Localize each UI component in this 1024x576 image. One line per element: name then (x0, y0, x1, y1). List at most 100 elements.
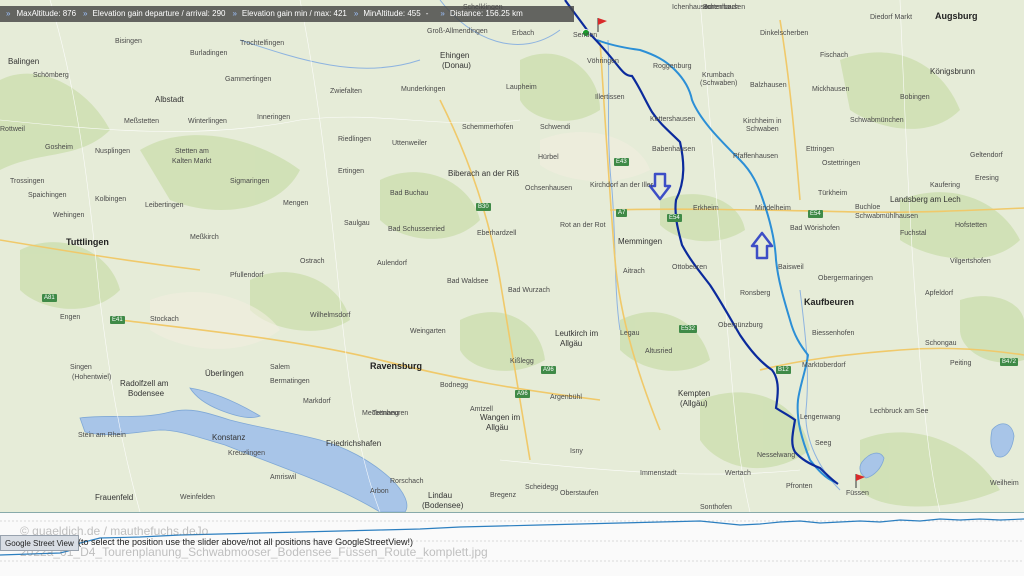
town-label-illertissen: Illertissen (595, 94, 625, 101)
street-view-button[interactable]: Google Street View (0, 535, 79, 551)
town-label-balzhausen: Balzhausen (750, 82, 787, 89)
distance-stat: Distance: 156.25 km (449, 9, 523, 18)
separator-dash: - (425, 9, 429, 18)
town-label-leibertingen: Leibertingen (145, 202, 184, 209)
town-label-peiting: Peiting (950, 360, 972, 367)
chevron-right-icon: » (6, 9, 11, 18)
town-label-roggenburg: Roggenburg (653, 63, 692, 70)
town-label-pfaffenhausen: Pfaffenhausen (733, 153, 779, 160)
chevron-right-icon: » (232, 9, 237, 18)
town-label-biberach: Biberach an der Riß (448, 169, 520, 178)
town-label-ueberlingen: Überlingen (205, 369, 244, 378)
town-label-ravensburg: Ravensburg (370, 361, 423, 371)
town-label-krumbach2: (Schwaben) (700, 80, 738, 87)
town-label-konstanz: Konstanz (212, 433, 246, 442)
town-label-ottobeuren: Ottobeuren (672, 264, 708, 271)
town-label-oberstaufen: Oberstaufen (560, 490, 599, 497)
town-label-isny: Isny (570, 448, 583, 455)
max-altitude-stat: MaxAltitude: 876 (16, 9, 77, 18)
town-label-lindau: Lindau (428, 491, 453, 500)
flag-icon-start (597, 18, 607, 32)
town-label-marktoberdorf: Marktoberdorf (802, 362, 846, 369)
town-label-winterlingen: Winterlingen (188, 118, 227, 125)
town-label-ertingen: Ertingen (338, 168, 365, 175)
town-label-landsberg: Landsberg am Lech (890, 195, 961, 204)
town-label-obergermaringen: Obergermaringen (818, 275, 873, 282)
town-label-biessenhofen: Biessenhofen (812, 330, 855, 337)
town-label-amtzell: Amtzell (470, 406, 493, 413)
town-label-bad-wurzach: Bad Wurzach (508, 287, 550, 294)
town-label-friedrichshafen: Friedrichshafen (326, 439, 382, 448)
town-label-sigmaringen: Sigmaringen (230, 178, 270, 185)
town-label-zwiefalten: Zwiefalten (330, 88, 362, 95)
town-label-bermatingen: Bermatingen (270, 378, 310, 385)
filename-watermark: 2022a_01_D4_Tourenplanung_Schwabmooser_B… (20, 545, 488, 559)
town-label-füssen: Füssen (846, 490, 869, 497)
town-label-riedlingen: Riedlingen (338, 136, 372, 143)
town-label-gammertingen: Gammertingen (225, 76, 272, 83)
town-label-ostrach: Ostrach (300, 258, 325, 265)
town-label-saulgau: Saulgau (344, 220, 370, 227)
map-view[interactable]: Augsburg Balingen Albstadt Ehingen (Donau) Bi… (0, 0, 1024, 512)
town-label-frauenfeld: Frauenfeld (95, 493, 134, 502)
town-label-augsburg: Augsburg (935, 11, 978, 21)
town-label-rorschach: Rorschach (390, 478, 424, 485)
town-label-fuchstal: Fuchstal (900, 230, 927, 237)
town-label-bad-waldsee: Bad Waldsee (447, 278, 489, 285)
town-label-rot: Rot an der Rot (560, 222, 606, 229)
town-label-legau: Legau (620, 330, 640, 337)
town-label-hürbel: Hürbel (538, 154, 559, 161)
town-label-sonthofen: Sonthofen (700, 504, 732, 511)
town-label-ehingen2: (Donau) (442, 61, 471, 70)
town-label-mindelheim: Mindelheim (755, 205, 791, 212)
town-label-memmingen: Memmingen (618, 237, 663, 246)
town-label-singen: Singen (70, 364, 92, 371)
town-label-bodnegg: Bodnegg (440, 382, 469, 389)
town-label-bregenz: Bregenz (490, 492, 517, 499)
street-view-hint: (to select the position use the slider a… (78, 537, 414, 547)
town-label-laupheim: Laupheim (506, 84, 537, 91)
app-root: Augsburg Balingen Albstadt Ehingen (Donau) Bi… (0, 0, 1024, 576)
town-label-weingarten: Weingarten (410, 328, 446, 335)
town-label-schemmerhofen: Schemmerhofen (462, 124, 514, 131)
road-shield-e43: E43 (614, 158, 629, 166)
town-label-stetten2: Kalten Markt (172, 158, 212, 165)
town-label-dinkelscherben: Dinkelscherben (760, 30, 809, 37)
town-label-markdorf: Markdorf (303, 398, 331, 405)
town-label-kolbingen: Kolbingen (95, 196, 127, 203)
town-label-meckenbeuren: Meckenbeuren (362, 410, 409, 417)
town-label-kempten: Kempten (678, 389, 711, 398)
town-label-spaichingen: Spaichingen (28, 192, 67, 199)
town-label-weilheim: Weilheim (990, 480, 1019, 487)
town-label-pfullendorf: Pfullendorf (230, 272, 264, 279)
town-label-burladingen: Burladingen (190, 50, 228, 57)
town-label-balingen: Balingen (8, 57, 40, 66)
town-label-schömberg: Schömberg (33, 72, 69, 79)
town-label-ronsberg: Ronsberg (740, 290, 771, 297)
town-label-bad-wörishofen: Bad Wörishofen (790, 225, 840, 232)
town-label-geltendorf: Geltendorf (970, 152, 1003, 159)
town-label-tuttlingen: Tuttlingen (66, 237, 109, 247)
road-shield-a96-2: A96 (515, 390, 530, 398)
chevron-right-icon: » (440, 9, 445, 18)
town-label-pfronten: Pfronten (786, 483, 813, 490)
town-label-ettringen: Ettringen (806, 146, 835, 153)
town-label-vilgertshofen: Vilgertshofen (950, 258, 991, 265)
town-label-kißlegg: Kißlegg (510, 358, 534, 365)
town-label-bisingen: Bisingen (115, 38, 142, 45)
town-label-kirchdorf: Kirchdorf an der Iller (590, 182, 654, 189)
town-label-inneringen: Inneringen (257, 114, 291, 121)
elevation-profile-panel[interactable]: © quaeldich.de / mauthefuchs.deJo 2022a_… (0, 512, 1024, 576)
elevation-gain-departure-arrival-stat: Elevation gain departure / arrival: 290 (92, 9, 226, 18)
town-label-leutkirch: Leutkirch im (555, 329, 599, 338)
road-shield-b30: B30 (476, 203, 491, 211)
town-label-mickhausen: Mickhausen (812, 86, 850, 93)
town-label-wertach: Wertach (725, 470, 751, 477)
town-label-nusplingen: Nusplingen (95, 148, 131, 155)
town-label-trochtelfingen: Trochtelfingen (240, 40, 285, 47)
town-label-hofstetten: Hofstetten (955, 222, 987, 229)
town-label-nesselwang: Nesselwang (757, 452, 796, 459)
chevron-right-icon: » (353, 9, 359, 18)
town-label-radolfzell2: Bodensee (128, 389, 165, 398)
town-label-erkheim: Erkheim (693, 205, 719, 212)
